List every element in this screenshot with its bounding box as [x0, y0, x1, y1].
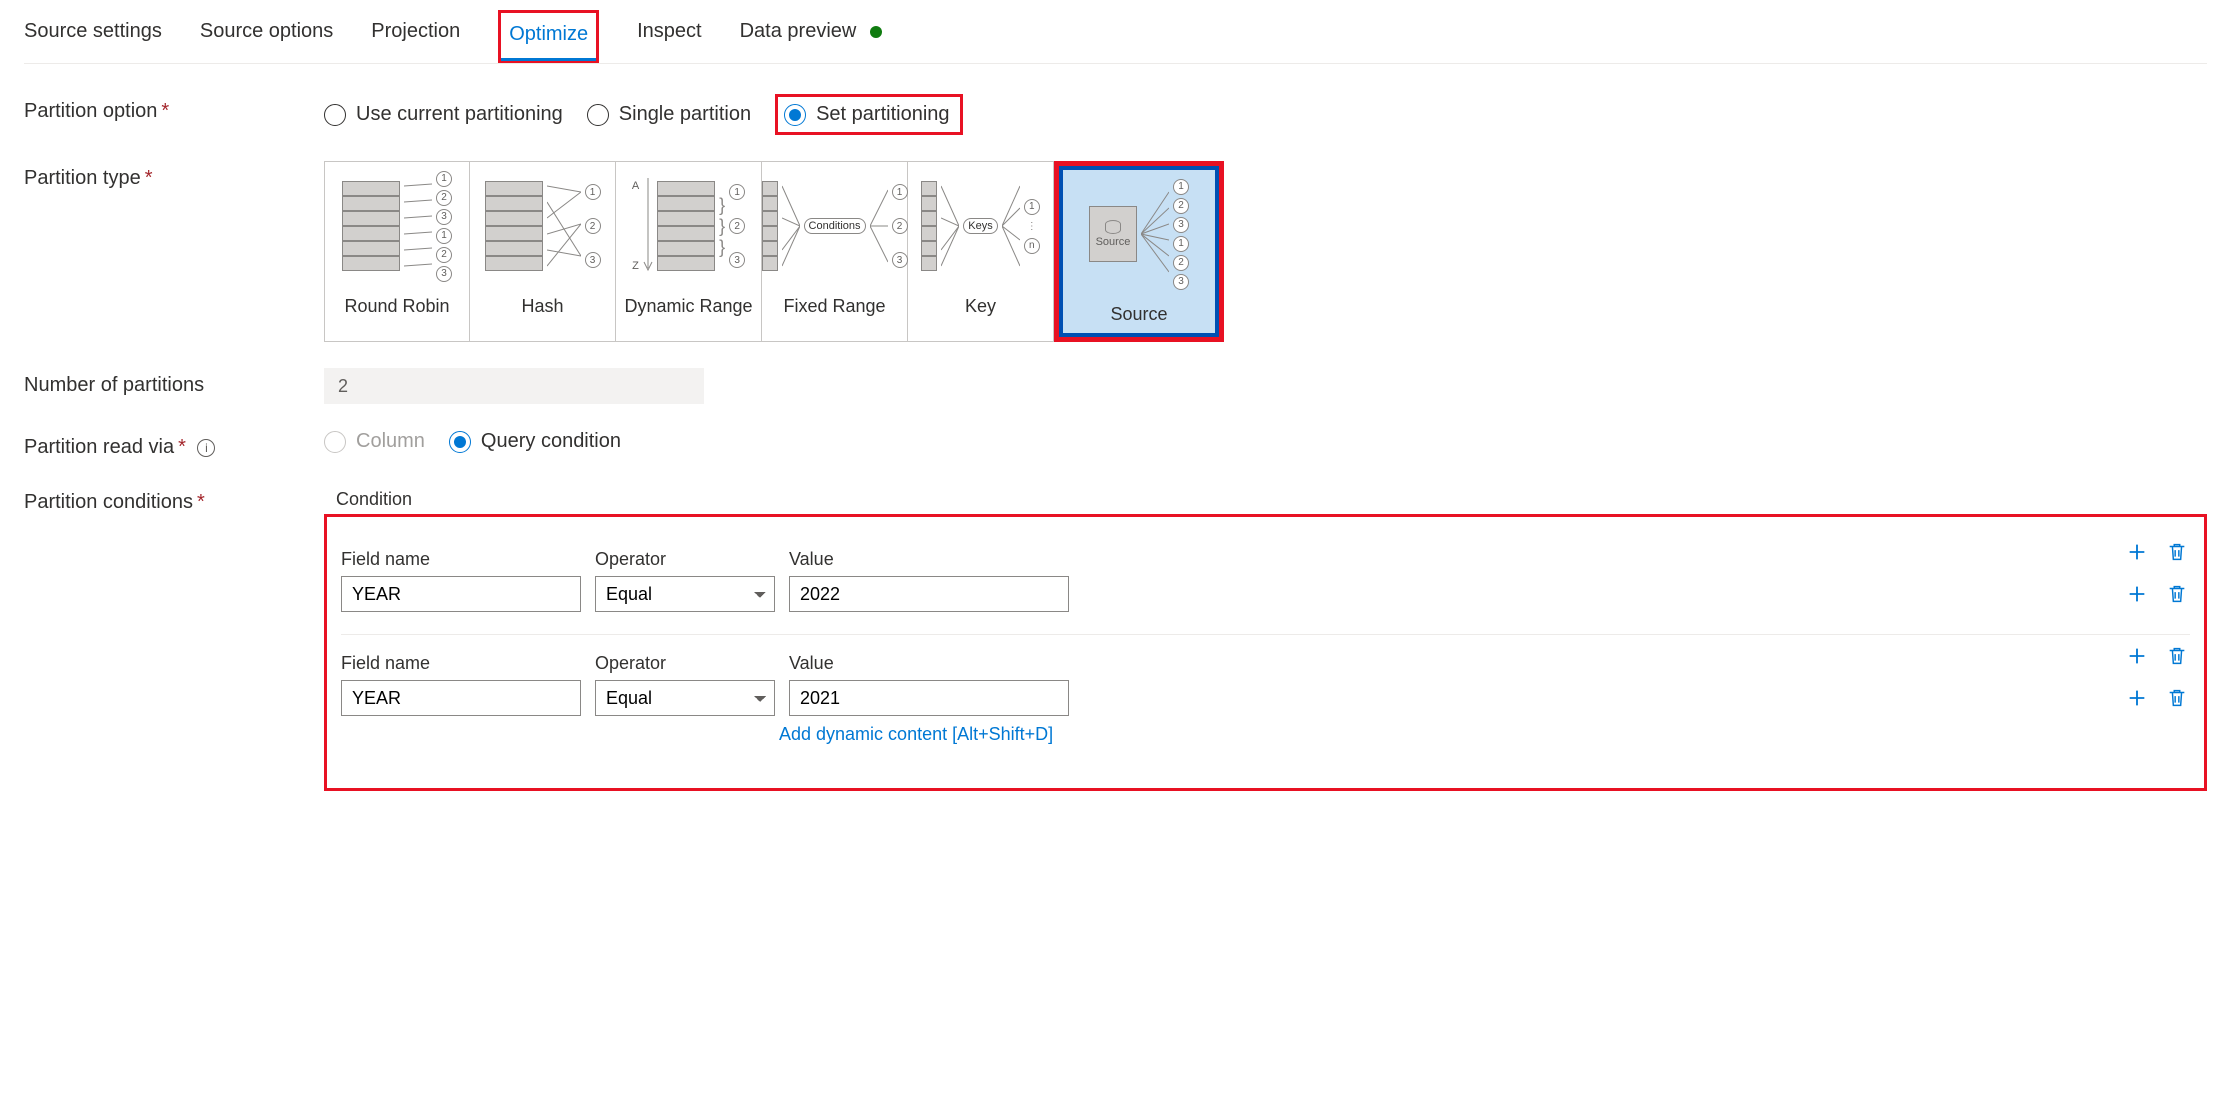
status-dot-icon	[870, 26, 882, 38]
condition-heading: Condition	[336, 489, 2207, 510]
col-field-name: Field name	[341, 549, 581, 570]
partition-type-cards: 123123 Round Robin 123 Hash	[324, 161, 1224, 342]
plus-icon	[2126, 541, 2148, 563]
card-key[interactable]: Keys 1⋮n Key	[908, 161, 1054, 342]
trash-icon	[2166, 645, 2188, 667]
tab-data-preview[interactable]: Data preview	[740, 10, 882, 63]
database-icon	[1105, 220, 1121, 234]
keys-pill: Keys	[963, 218, 997, 234]
radio-use-current-label: Use current partitioning	[356, 103, 563, 126]
tab-inspect[interactable]: Inspect	[637, 10, 701, 63]
add-row-button[interactable]	[2124, 685, 2150, 711]
label-partition-conditions: Partition conditions*	[24, 485, 324, 514]
fan-lines-right-icon	[870, 178, 888, 274]
radio-query-condition[interactable]: Query condition	[449, 430, 621, 453]
card-fixed-range[interactable]: Conditions 123 Fixed Range	[762, 161, 908, 342]
radio-set-label: Set partitioning	[816, 103, 949, 126]
trash-icon	[2166, 583, 2188, 605]
delete-row-button[interactable]	[2164, 581, 2190, 607]
label-number-of-partitions: Number of partitions	[24, 368, 324, 397]
field-name-input[interactable]	[341, 576, 581, 612]
operator-select[interactable]: Equal	[595, 680, 775, 716]
radio-single-partition[interactable]: Single partition	[587, 103, 751, 126]
condition-group: Field name Operator Value Equal	[341, 531, 2190, 635]
radio-column-label: Column	[356, 430, 425, 453]
col-operator: Operator	[595, 549, 775, 570]
delete-condition-group-button[interactable]	[2164, 643, 2190, 669]
tab-source-options[interactable]: Source options	[200, 10, 333, 63]
add-condition-group-button[interactable]	[2124, 643, 2150, 669]
label-partition-option: Partition option*	[24, 94, 324, 123]
label-partition-type: Partition type*	[24, 161, 324, 190]
cross-lines-icon	[547, 178, 581, 274]
conditions-area: Field name Operator Value Equal	[324, 514, 2207, 791]
lines-icon	[1141, 186, 1169, 282]
add-dynamic-content-link[interactable]: Add dynamic content [Alt+Shift+D]	[779, 724, 1053, 745]
tab-data-preview-label: Data preview	[740, 20, 857, 42]
card-source-label: Source	[1063, 298, 1215, 333]
partition-read-via-group: Column Query condition	[324, 430, 621, 453]
tabs-bar: Source settings Source options Projectio…	[24, 10, 2207, 64]
condition-group: Field name Operator Value Equal	[341, 635, 2190, 768]
radio-set-partitioning[interactable]: Set partitioning	[784, 103, 949, 126]
field-name-input[interactable]	[341, 680, 581, 716]
radio-column[interactable]: Column	[324, 430, 425, 453]
col-field-name: Field name	[341, 653, 581, 674]
add-row-button[interactable]	[2124, 581, 2150, 607]
tab-source-settings[interactable]: Source settings	[24, 10, 162, 63]
radio-query-label: Query condition	[481, 430, 621, 453]
col-operator: Operator	[595, 653, 775, 674]
fan-lines-left-icon	[941, 178, 959, 274]
tab-projection[interactable]: Projection	[371, 10, 460, 63]
lines-icon	[404, 178, 432, 274]
partition-option-group: Use current partitioning Single partitio…	[324, 94, 963, 135]
plus-icon	[2126, 645, 2148, 667]
card-round-robin-label: Round Robin	[325, 290, 469, 325]
col-value: Value	[789, 549, 1069, 570]
card-round-robin[interactable]: 123123 Round Robin	[324, 161, 470, 342]
radio-use-current-partitioning[interactable]: Use current partitioning	[324, 103, 563, 126]
value-input[interactable]	[789, 680, 1069, 716]
conditions-pill: Conditions	[804, 218, 866, 234]
info-icon[interactable]: i	[197, 439, 215, 457]
plus-icon	[2126, 687, 2148, 709]
card-hash[interactable]: 123 Hash	[470, 161, 616, 342]
card-source[interactable]: Source 123123 Source	[1063, 170, 1215, 333]
radio-single-label: Single partition	[619, 103, 751, 126]
label-partition-read-via: Partition read via* i	[24, 430, 324, 459]
fan-lines-right-icon	[1002, 178, 1020, 274]
arrow-down-icon	[643, 178, 653, 274]
card-fixed-range-label: Fixed Range	[762, 290, 907, 325]
card-dynamic-range-label: Dynamic Range	[616, 290, 761, 325]
delete-row-button[interactable]	[2164, 685, 2190, 711]
card-hash-label: Hash	[470, 290, 615, 325]
trash-icon	[2166, 541, 2188, 563]
value-input[interactable]	[789, 576, 1069, 612]
trash-icon	[2166, 687, 2188, 709]
delete-condition-group-button[interactable]	[2164, 539, 2190, 565]
operator-select[interactable]: Equal	[595, 576, 775, 612]
plus-icon	[2126, 583, 2148, 605]
fan-lines-left-icon	[782, 178, 800, 274]
add-condition-group-button[interactable]	[2124, 539, 2150, 565]
number-of-partitions-input	[324, 368, 704, 404]
card-key-label: Key	[908, 290, 1053, 325]
col-value: Value	[789, 653, 1069, 674]
card-dynamic-range[interactable]: A Z }}} 123 Dynamic Range	[616, 161, 762, 342]
source-box-icon: Source	[1089, 206, 1137, 262]
tab-optimize[interactable]: Optimize	[498, 10, 599, 63]
